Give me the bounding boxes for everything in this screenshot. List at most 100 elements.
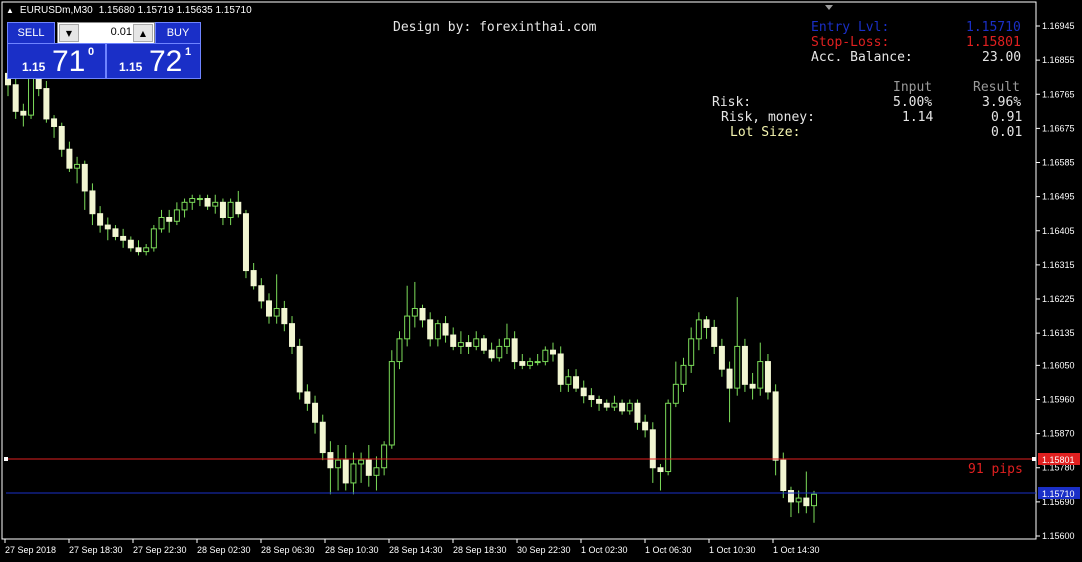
bullish-candle — [672, 383, 679, 404]
price-tick-label: 1.15960 — [1042, 394, 1075, 404]
bearish-candle — [764, 361, 771, 393]
time-tick-label: 1 Oct 06:30 — [645, 545, 692, 555]
bearish-candle — [573, 376, 580, 389]
bearish-candle — [89, 190, 96, 215]
bearish-candle — [250, 270, 257, 287]
stoploss-value: 1.15801 — [966, 35, 1021, 50]
price-tick-label: 1.16050 — [1042, 360, 1075, 370]
bearish-candle — [780, 459, 787, 491]
bearish-candle — [66, 148, 73, 169]
price-tick-label: 1.16765 — [1042, 89, 1075, 99]
bullish-candle — [611, 402, 618, 408]
buy-price-prefix: 1.15 — [119, 60, 143, 74]
bullish-candle — [350, 463, 357, 484]
price-tick-label: 1.15600 — [1042, 531, 1075, 541]
bearish-candle — [657, 467, 664, 473]
bullish-candle — [473, 338, 480, 347]
bullish-candle — [196, 198, 203, 201]
bullish-candle — [173, 209, 180, 222]
risk-input[interactable]: 5.00% — [893, 95, 932, 110]
bearish-candle — [741, 345, 748, 385]
buy-price-box[interactable]: 1.15 72 1 — [106, 43, 201, 79]
bearish-candle — [718, 345, 725, 370]
sell-price-box[interactable]: 1.15 71 0 — [7, 43, 106, 79]
time-axis: 27 Sep 2018 27 Sep 18:30 27 Sep 22:30 28 Se… — [4, 539, 820, 555]
bearish-candle — [12, 84, 19, 112]
risk-money-label: Risk, money: — [721, 110, 815, 125]
buy-button[interactable]: BUY — [155, 22, 201, 44]
bearish-candle — [519, 361, 526, 366]
price-tick-label: 1.16675 — [1042, 123, 1075, 133]
bullish-candle — [181, 201, 188, 211]
bearish-candle — [619, 402, 626, 412]
bearish-candle — [419, 307, 426, 321]
result-column-header: Result — [973, 80, 1020, 95]
entry-price-tag-label: 1.15710 — [1042, 489, 1075, 499]
bearish-candle — [634, 402, 641, 423]
bullish-candle — [734, 345, 741, 389]
bearish-candle — [51, 118, 58, 127]
bearish-candle — [166, 216, 173, 222]
collapse-triangle-icon[interactable]: ▲ — [6, 6, 14, 15]
bullish-candle — [388, 361, 395, 446]
bullish-candle — [227, 201, 234, 218]
bullish-candle — [335, 459, 342, 469]
lot-size-stepper: ▼ ▲ — [57, 22, 155, 44]
lot-size-input[interactable] — [80, 25, 134, 39]
time-tick-label: 28 Sep 06:30 — [261, 545, 315, 555]
balance-label: Acc. Balance: — [811, 50, 913, 65]
bearish-candle — [204, 198, 211, 207]
bullish-candle — [457, 342, 464, 347]
bullish-candle — [665, 402, 672, 473]
time-tick-label: 28 Sep 18:30 — [453, 545, 507, 555]
risk-money-input[interactable]: 1.14 — [902, 110, 933, 125]
time-tick-label: 28 Sep 14:30 — [389, 545, 443, 555]
sell-button[interactable]: SELL — [7, 22, 55, 44]
bearish-candle — [749, 383, 756, 389]
bearish-candle — [58, 125, 65, 150]
time-tick-label: 1 Oct 10:30 — [709, 545, 756, 555]
bearish-candle — [642, 421, 649, 431]
bullish-candle — [565, 376, 572, 385]
bearish-candle — [427, 319, 434, 340]
price-tick-label: 1.16945 — [1042, 21, 1075, 31]
bearish-candle — [258, 285, 265, 302]
bearish-candle — [296, 345, 303, 393]
bearish-candle — [104, 224, 111, 230]
entry-value: 1.15710 — [966, 20, 1021, 35]
bullish-candle — [811, 493, 817, 507]
bearish-candle — [219, 201, 226, 218]
chart-shift-marker[interactable] — [825, 5, 833, 10]
lot-size-label: Lot Size: — [730, 125, 801, 140]
bearish-candle — [557, 353, 564, 385]
bearish-candle — [442, 323, 449, 336]
bearish-candle — [465, 342, 472, 347]
chart-frame — [1, 1, 1037, 540]
pips-distance-label: 91 pips — [968, 462, 1023, 477]
bearish-candle — [588, 395, 595, 400]
bearish-candle — [511, 338, 518, 363]
bullish-candle — [358, 459, 365, 465]
ohlc-values: 1.15680 1.15719 1.15635 1.15710 — [98, 5, 252, 16]
price-tick-label: 1.16225 — [1042, 294, 1075, 304]
lot-decrease-icon[interactable]: ▼ — [59, 24, 79, 42]
bearish-candle — [580, 387, 587, 397]
lot-size-result: 0.01 — [991, 125, 1023, 140]
bearish-candle — [803, 497, 810, 507]
price-tick-label: 1.15870 — [1042, 429, 1075, 439]
bullish-candle — [534, 361, 541, 364]
bearish-candle — [726, 368, 733, 389]
lot-increase-icon[interactable]: ▲ — [133, 24, 153, 42]
time-tick-label: 27 Sep 2018 — [5, 545, 56, 555]
bearish-candle — [112, 228, 119, 237]
bullish-candle — [626, 402, 633, 412]
bearish-candle — [97, 213, 104, 226]
sell-price-main: 71 — [52, 45, 86, 78]
time-tick-label: 1 Oct 02:30 — [581, 545, 628, 555]
bullish-candle — [212, 201, 219, 207]
time-tick-label: 27 Sep 18:30 — [69, 545, 123, 555]
stop-loss-handle-left[interactable] — [4, 457, 8, 461]
bearish-candle — [312, 402, 319, 423]
bearish-candle — [342, 459, 349, 484]
stop-loss-handle-right[interactable] — [1032, 457, 1036, 461]
